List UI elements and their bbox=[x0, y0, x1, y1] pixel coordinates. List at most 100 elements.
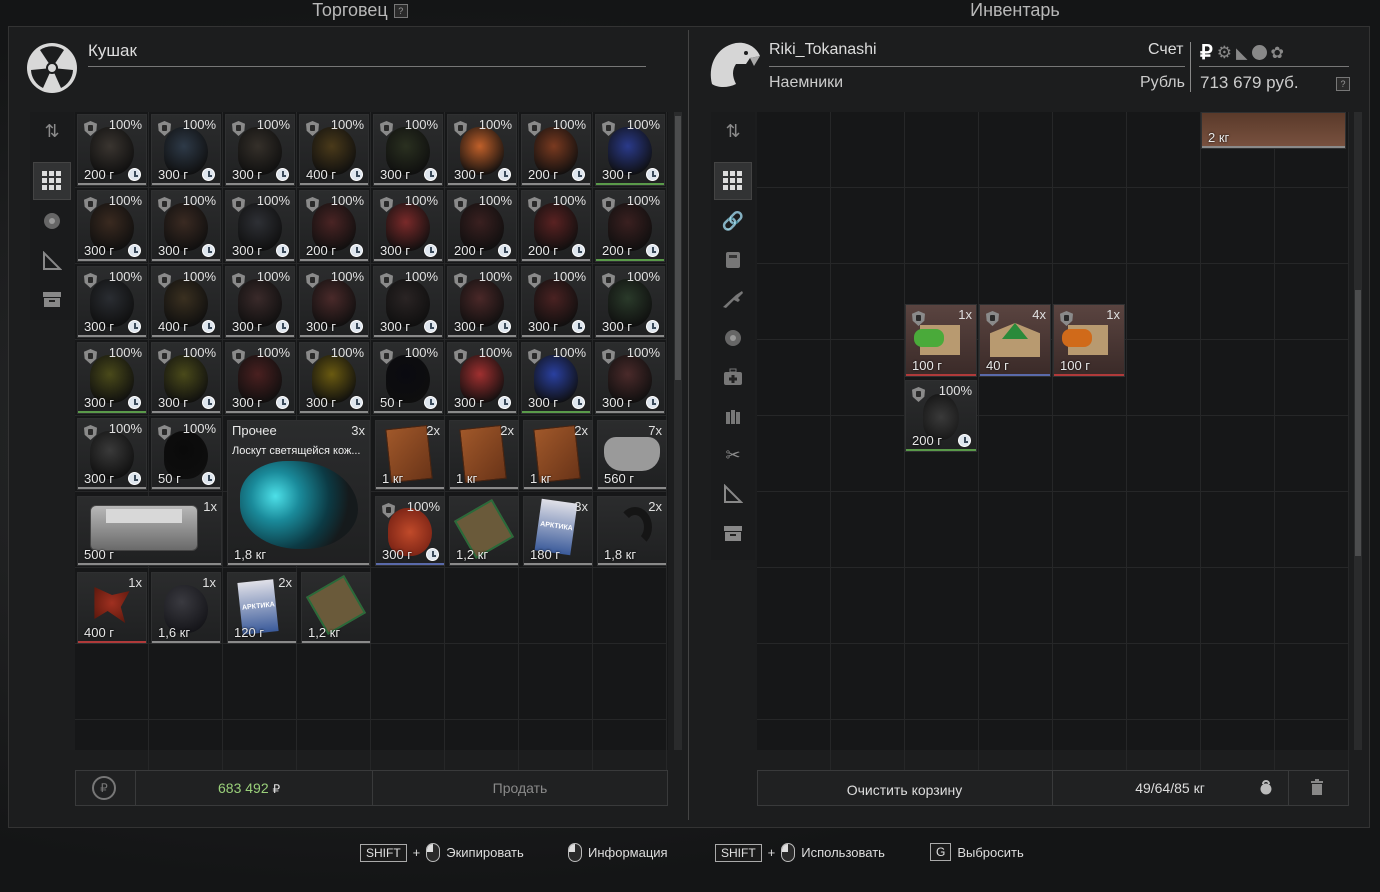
grid-cell[interactable] bbox=[1201, 644, 1275, 720]
sort-icon[interactable]: ⇅ bbox=[33, 112, 71, 150]
grid-cell[interactable] bbox=[979, 188, 1053, 264]
artifact-item[interactable]: 100% 300 г bbox=[521, 342, 591, 414]
circuit-board-item[interactable]: 1,2 кг bbox=[449, 496, 519, 566]
grid-cell[interactable] bbox=[1127, 644, 1201, 720]
artifact-item[interactable]: 100% 50 г bbox=[373, 342, 443, 414]
artifact-item[interactable]: 100% 50 г bbox=[151, 418, 221, 490]
grid-cell[interactable] bbox=[979, 568, 1053, 644]
book-item[interactable]: 2x 1 кг bbox=[449, 420, 519, 490]
artifact-item[interactable]: 100% 200 г bbox=[77, 114, 147, 186]
medkit-icon[interactable] bbox=[714, 358, 752, 396]
grid-cell[interactable] bbox=[1127, 492, 1201, 568]
sort-icon[interactable]: ⇅ bbox=[714, 112, 752, 150]
grid-cell[interactable] bbox=[1053, 568, 1127, 644]
artifact-item[interactable]: 100% 200 г bbox=[447, 190, 517, 262]
artifact-item[interactable]: 100% 300 г bbox=[77, 342, 147, 414]
trash-icon[interactable] bbox=[1310, 779, 1326, 795]
artifact-filter-icon[interactable] bbox=[714, 319, 752, 357]
grid-cell[interactable] bbox=[371, 568, 445, 644]
grid-cell[interactable] bbox=[149, 644, 223, 720]
artifact-item[interactable]: 100% 400 г bbox=[299, 114, 369, 186]
artifact-item[interactable]: 100% 300 г bbox=[447, 266, 517, 338]
box-item[interactable]: 1x 100 г bbox=[905, 304, 977, 377]
grid-cell[interactable] bbox=[445, 644, 519, 720]
help-icon[interactable]: ? bbox=[1336, 77, 1350, 91]
artifact-item[interactable]: 100% 300 г bbox=[225, 190, 295, 262]
artifact-item[interactable]: 100% 300 г bbox=[373, 114, 443, 186]
artifact-item[interactable]: 100% 300 г bbox=[373, 190, 443, 262]
artifact-item[interactable]: 100% 300 г bbox=[447, 342, 517, 414]
misc-filter-icon[interactable] bbox=[33, 242, 71, 280]
trader-scroll-thumb[interactable] bbox=[675, 116, 681, 380]
refresh-icon[interactable]: ₽ bbox=[92, 776, 116, 800]
sell-button[interactable]: Продать bbox=[373, 770, 667, 806]
box-item[interactable]: 4x 40 г bbox=[979, 304, 1051, 377]
container-filter-icon[interactable] bbox=[714, 514, 752, 552]
tools-icon[interactable]: ✂ bbox=[714, 436, 752, 474]
grid-cell[interactable] bbox=[757, 644, 831, 720]
grid-cell[interactable] bbox=[905, 568, 979, 644]
rifle-icon[interactable] bbox=[714, 280, 752, 318]
book-item[interactable]: 2x 1 кг bbox=[523, 420, 593, 490]
chest-item[interactable]: 2 кг bbox=[1201, 112, 1346, 149]
grid-cell[interactable] bbox=[1201, 492, 1275, 568]
grid-cell[interactable] bbox=[979, 492, 1053, 568]
box-item[interactable]: 1x 100 г bbox=[1053, 304, 1125, 377]
grid-view-icon[interactable] bbox=[714, 162, 752, 200]
grid-cell[interactable] bbox=[831, 644, 905, 720]
artifact-item[interactable]: 100% 300 г bbox=[225, 266, 295, 338]
artifact-item[interactable]: 100% 300 г bbox=[151, 114, 221, 186]
artifact-item[interactable]: 100% 300 г bbox=[595, 342, 665, 414]
boot-icon[interactable]: ◣ bbox=[1236, 44, 1248, 62]
artifact-item[interactable]: 100% 300 г bbox=[595, 266, 665, 338]
grid-cell[interactable] bbox=[1127, 416, 1201, 492]
grid-cell[interactable] bbox=[1127, 188, 1201, 264]
grid-cell[interactable] bbox=[519, 568, 593, 644]
grid-cell[interactable] bbox=[593, 644, 667, 720]
grid-cell[interactable] bbox=[757, 568, 831, 644]
grid-cell[interactable] bbox=[1201, 188, 1275, 264]
artifact-item[interactable]: 100% 300 г bbox=[375, 496, 445, 566]
grid-cell[interactable] bbox=[1275, 340, 1349, 416]
grid-cell[interactable] bbox=[757, 340, 831, 416]
artifact-item[interactable]: 100% 200 г bbox=[595, 190, 665, 262]
misc-filter-icon[interactable] bbox=[714, 475, 752, 513]
grid-cell[interactable] bbox=[1127, 340, 1201, 416]
artifact-item[interactable]: 100% 300 г bbox=[151, 342, 221, 414]
flower-icon[interactable]: ✿ bbox=[1271, 43, 1284, 63]
grid-cell[interactable] bbox=[1053, 492, 1127, 568]
artifact-item[interactable]: 100% 400 г bbox=[151, 266, 221, 338]
grid-cell[interactable] bbox=[1201, 568, 1275, 644]
artifact-item[interactable]: 100% 200 г bbox=[521, 114, 591, 186]
grid-cell[interactable] bbox=[831, 188, 905, 264]
red-claw-item[interactable]: 1x 400 г bbox=[77, 572, 147, 644]
cigarettes-item[interactable]: АРКТИКА 2x 120 г bbox=[227, 572, 297, 644]
cigarettes-item[interactable]: АРКТИКА 3x 180 г bbox=[523, 496, 593, 566]
artifact-item[interactable]: 100% 300 г bbox=[447, 114, 517, 186]
artifact-item[interactable]: 100% 200 г bbox=[299, 190, 369, 262]
artifact-item[interactable]: 100% 300 г bbox=[151, 190, 221, 262]
ammo-icon[interactable] bbox=[714, 397, 752, 435]
artifact-item[interactable]: 100% 300 г bbox=[299, 266, 369, 338]
help-icon[interactable]: ? bbox=[393, 4, 408, 19]
grid-cell[interactable] bbox=[1275, 492, 1349, 568]
grid-cell[interactable] bbox=[757, 416, 831, 492]
grid-cell[interactable] bbox=[1127, 568, 1201, 644]
artifact-item[interactable]: 100% 300 г bbox=[225, 342, 295, 414]
book-item[interactable]: 2x 1 кг bbox=[375, 420, 445, 490]
artifact-item[interactable]: 100% 200 г bbox=[521, 190, 591, 262]
grid-cell[interactable] bbox=[75, 644, 149, 720]
grid-cell[interactable] bbox=[1053, 644, 1127, 720]
grid-cell[interactable] bbox=[1201, 416, 1275, 492]
grid-cell[interactable] bbox=[1201, 340, 1275, 416]
link-icon[interactable]: 🔗 bbox=[714, 202, 752, 240]
ruble-icon[interactable]: ₽ bbox=[1200, 40, 1213, 65]
grid-cell[interactable] bbox=[979, 112, 1053, 188]
grid-cell[interactable] bbox=[831, 492, 905, 568]
grid-cell[interactable] bbox=[979, 416, 1053, 492]
grid-cell[interactable] bbox=[297, 644, 371, 720]
armor-icon[interactable] bbox=[714, 241, 752, 279]
grid-cell[interactable] bbox=[445, 568, 519, 644]
grid-cell[interactable] bbox=[1053, 416, 1127, 492]
black-orb-item[interactable]: 1x 1,6 кг bbox=[151, 572, 221, 644]
